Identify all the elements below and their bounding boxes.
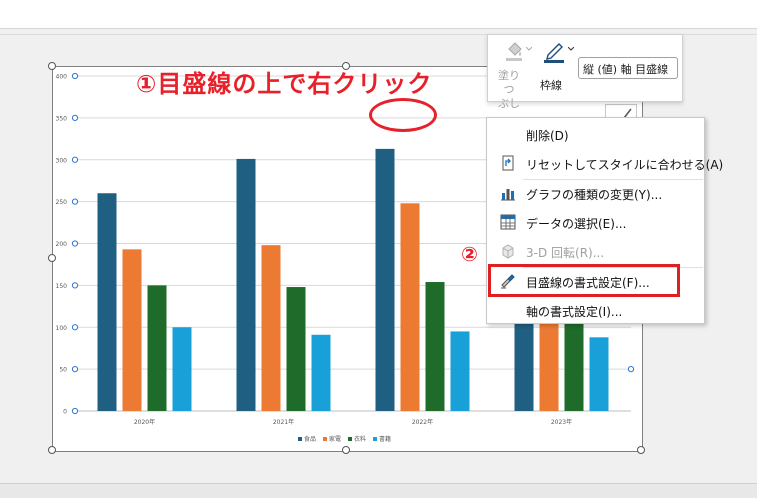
resize-handle-middle-left[interactable] [48,254,56,262]
y-tick-label: 100 [56,325,68,332]
reset-style-icon [502,155,514,171]
gridline-selection-handle[interactable] [71,114,79,121]
menu-item-reset-style[interactable]: リセットしてスタイルに合わせる(A) [487,149,723,178]
legend-swatch [373,437,377,441]
y-tick-label: 400 [56,74,68,81]
resize-handle-top-left[interactable] [48,62,56,70]
gridline-selection-handle[interactable] [71,156,79,163]
menu-item-label: 削除(D) [526,129,569,143]
annotation-step1: ①目盛線の上で右クリック [136,70,433,98]
legend-swatch [323,437,327,441]
bar[interactable] [97,193,117,411]
gridline-selection-handle[interactable] [71,282,79,289]
menu-item-label: 3-D 回転(R)... [526,246,605,260]
gridline-selection-handle[interactable] [71,366,79,373]
legend-label: 食品 [304,435,316,443]
chart-type-icon [501,189,515,201]
bar[interactable] [375,148,395,412]
bar[interactable] [286,287,306,411]
legend-label: 家電 [329,435,341,443]
resize-handle-bottom-left[interactable] [48,446,56,454]
legend-swatch [298,437,302,441]
fill-button[interactable]: 塗りつ ぶし [492,37,534,110]
bar[interactable] [450,331,470,411]
pen-outline-icon [544,43,564,63]
chart-element-select-value: 縦 (値) 軸 目盛線 [583,63,669,76]
outline-button[interactable]: 枠線 [536,37,576,99]
gridline-selection-handle[interactable] [71,407,79,415]
bar[interactable] [172,327,192,411]
legend-label: 衣料 [354,435,366,443]
y-tick-label: 50 [59,367,67,374]
status-bar [0,483,757,498]
menu-item-label: データの選択(E)... [526,217,627,231]
gridline-selection-handle[interactable] [71,198,79,205]
bar[interactable] [261,245,281,411]
legend-swatch [348,437,352,441]
menu-item-label: グラフの種類の変更(Y)... [526,188,663,202]
x-tick-label: 2021年 [273,418,294,426]
fill-label-line1: 塗りつ [498,69,520,96]
title-bar [0,0,757,29]
chart-element-select[interactable]: 縦 (値) 軸 目盛線 [578,57,678,79]
bar[interactable] [147,285,167,411]
annotation-ellipse [369,98,437,132]
gridline-selection-handle[interactable] [71,240,79,247]
menu-item-delete[interactable]: 削除(D) [487,120,704,149]
fill-label-line2: ぶし [498,97,520,110]
legend-label: 書籍 [379,435,391,443]
annotation-step2: ② [461,242,478,266]
bar[interactable] [122,249,142,411]
y-tick-label: 200 [56,241,68,248]
menu-item-select-data[interactable]: データの選択(E)... [487,208,704,237]
menu-item-3d-rotation: 3-D 回転(R)... [487,237,704,266]
bar[interactable] [236,158,256,411]
y-tick-label: 250 [56,199,68,206]
gridline-selection-handle[interactable] [71,324,79,331]
menu-item-label: リセットしてスタイルに合わせる(A) [526,158,724,172]
y-tick-label: 350 [56,115,68,122]
fill-dropdown-icon [526,47,532,51]
mini-toolbar: 塗りつ ぶし 枠線 縦 (値) 軸 目盛線 [487,34,683,110]
3d-rotation-icon [502,244,514,259]
resize-handle-bottom-right[interactable] [637,446,645,454]
x-tick-label: 2023年 [551,418,572,426]
resize-handle-bottom-center[interactable] [342,446,350,454]
menu-item-format-axis[interactable]: 軸の書式設定(I)... [487,296,704,325]
y-tick-label: 0 [63,409,67,416]
menu-item-change-chart-type[interactable]: グラフの種類の変更(Y)... [487,179,704,208]
bar[interactable] [589,337,609,411]
bar[interactable] [400,203,420,411]
menu-item-label: 軸の書式設定(I)... [526,305,623,319]
annotation-highlight-box [488,264,680,297]
outline-label: 枠線 [540,79,562,92]
x-tick-label: 2020年 [134,418,155,426]
bar[interactable] [425,282,445,411]
outline-dropdown-icon [568,47,574,51]
y-tick-label: 150 [56,283,68,290]
paint-bucket-icon [506,42,522,61]
bar[interactable] [311,334,331,411]
select-data-icon [500,214,516,230]
gridline-selection-handle[interactable] [71,72,79,80]
gridline-selection-handle[interactable] [627,366,635,373]
x-tick-label: 2022年 [412,418,433,426]
y-tick-label: 300 [56,157,68,164]
